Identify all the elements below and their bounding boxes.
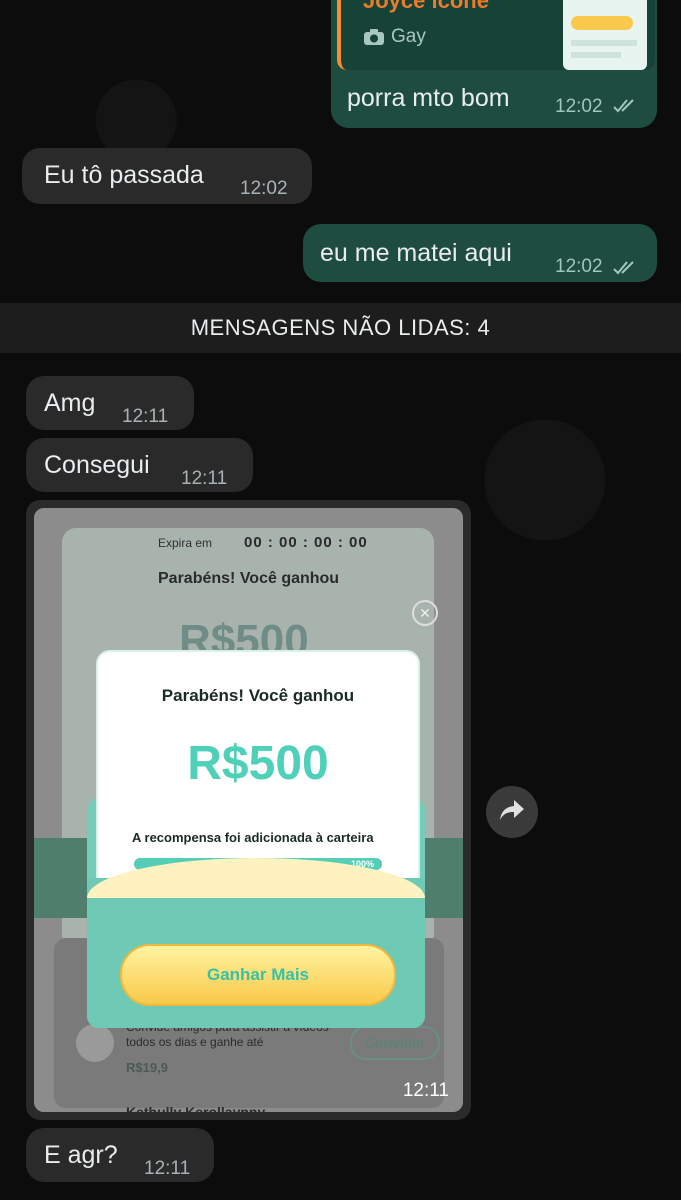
unread-messages-divider: MENSAGENS NÃO LIDAS: 4 — [0, 303, 681, 353]
message-text: Amg — [44, 389, 96, 417]
countdown-timer: 00 : 00 : 00 : 00 — [244, 534, 368, 551]
message-time: 12:02 — [555, 256, 603, 277]
read-ticks-icon — [613, 253, 639, 283]
message-text: Eu tô passada — [44, 161, 204, 189]
message-text: E agr? — [44, 1141, 118, 1169]
message-time: 12:11 — [122, 406, 169, 427]
quoted-sender-name: Joyce icone — [363, 0, 489, 13]
forward-icon — [499, 799, 525, 826]
invite-button: Convidar — [350, 1026, 440, 1060]
message-text: eu me matei aqui — [320, 239, 512, 267]
incoming-message[interactable]: Eu tô passada 12:02 — [22, 148, 312, 204]
read-ticks-icon — [613, 98, 639, 119]
modal-title: Parabéns! Você ganhou — [161, 686, 355, 705]
quoted-thumbnail — [563, 0, 647, 70]
background-title: Parabéns! Você ganhou — [158, 570, 340, 587]
quoted-message[interactable]: Joyce icone Gay — [337, 0, 655, 70]
modal-amount: R$500 — [187, 737, 329, 790]
avatar — [76, 1024, 114, 1062]
bottom-name: Kethully Kerollaynny — [126, 1104, 266, 1112]
unread-divider-label: MENSAGENS NÃO LIDAS: 4 — [190, 315, 491, 340]
image-message[interactable]: Expira em 00 : 00 : 00 : 00 Parabéns! Vo… — [26, 500, 471, 1120]
ganhar-mais-button: Ganhar Mais — [120, 944, 396, 1006]
message-time: 12:11 — [144, 1158, 191, 1179]
message-time: 12:11 — [181, 468, 228, 489]
close-icon: ✕ — [412, 600, 438, 626]
incoming-message[interactable]: Amg 12:11 — [26, 376, 194, 430]
outgoing-message[interactable]: eu me matei aqui 12:02 — [303, 224, 657, 282]
forward-button[interactable] — [486, 786, 538, 838]
invite-amount: R$19,9 — [126, 1060, 168, 1075]
quoted-media-label: Gay — [391, 26, 426, 47]
incoming-message[interactable]: E agr? 12:11 — [26, 1128, 214, 1182]
message-text: porra mto bom — [347, 84, 510, 112]
message-text: Consegui — [44, 451, 150, 479]
message-time: 12:11 — [402, 1080, 449, 1101]
expira-label: Expira em — [158, 536, 213, 550]
modal-caption: A recompensa foi adicionada à carteira — [132, 830, 374, 845]
message-time: 12:02 — [240, 178, 288, 199]
message-time: 12:02 — [555, 96, 603, 117]
incoming-message[interactable]: Consegui 12:11 — [26, 438, 253, 492]
outgoing-message-with-quote[interactable]: Joyce icone Gay porra mto bom 12:02 — [331, 0, 657, 128]
camera-icon — [363, 28, 385, 51]
image-content[interactable]: Expira em 00 : 00 : 00 : 00 Parabéns! Vo… — [34, 508, 463, 1112]
